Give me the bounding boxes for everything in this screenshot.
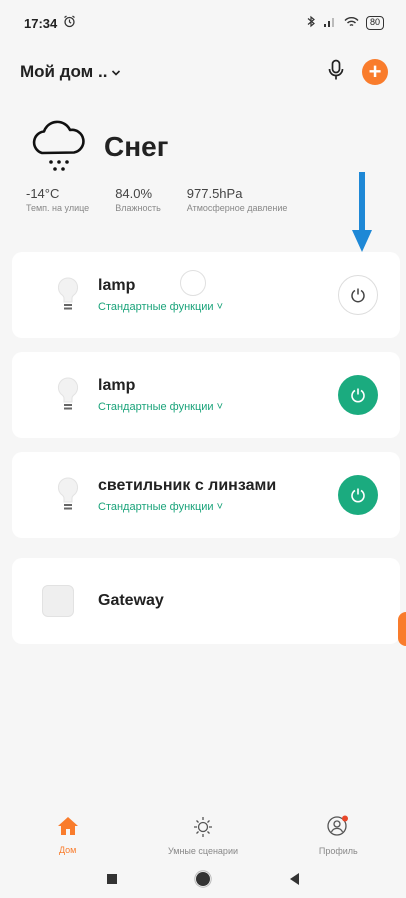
bulb-icon (50, 477, 86, 513)
standard-functions-link[interactable]: Стандартные функции ˅ (98, 301, 338, 313)
power-icon (351, 388, 365, 403)
standard-functions-link[interactable]: Стандартные функции ˅ (98, 501, 338, 513)
nav-label: Профиль (318, 845, 358, 856)
device-card[interactable]: lamp Стандартные функции ˅ (12, 252, 400, 338)
stat-label: Влажность (115, 203, 161, 213)
gateway-card[interactable]: Gateway (12, 558, 400, 644)
stat-value: 84.0% (115, 186, 153, 201)
chevron-down-icon (111, 62, 121, 82)
sun-icon (192, 815, 214, 842)
alarm-icon (63, 15, 76, 31)
gateway-icon (42, 585, 74, 617)
home-selector[interactable]: Мой дом .. (20, 62, 121, 82)
system-navigation-bar (0, 864, 406, 898)
stat-value: 977.5hPa (186, 186, 243, 201)
stat-temperature: -14°C Темп. на улице (26, 186, 89, 213)
standard-functions-link[interactable]: Стандартные функции ˅ (98, 401, 338, 413)
nav-profile[interactable]: Профиль (278, 806, 398, 864)
bottom-navigation: Дом Умные сценарии Профиль (0, 806, 406, 864)
weather-condition: Снег (104, 131, 169, 162)
wifi-icon (344, 16, 359, 31)
bluetooth-icon (307, 15, 316, 31)
device-card[interactable]: светильник с линзами Стандартные функции… (12, 452, 400, 538)
loading-spinner-icon (180, 270, 206, 296)
device-name: lamp (98, 377, 136, 394)
nav-label: Умные сценарии (167, 845, 238, 856)
nav-smart-scenes[interactable]: Умные сценарии (143, 806, 263, 864)
power-button[interactable] (338, 475, 378, 515)
nav-home[interactable]: Дом (8, 806, 128, 864)
home-icon (57, 816, 79, 841)
power-button[interactable] (338, 375, 378, 415)
power-icon (351, 288, 365, 303)
stat-humidity: 84.0% Влажность (115, 186, 161, 213)
battery-indicator: 80 (365, 16, 384, 30)
nav-label: Дом (58, 844, 77, 855)
app-header: Мой дом .. + (0, 52, 406, 92)
power-button[interactable] (338, 275, 378, 315)
annotation-arrow-icon (352, 172, 372, 259)
bulb-icon (50, 277, 86, 313)
device-name: светильник с линзами (98, 477, 277, 494)
power-icon (351, 488, 365, 503)
back-icon[interactable] (288, 872, 300, 891)
snow-cloud-icon (28, 117, 88, 178)
gateway-name: Gateway (98, 592, 164, 609)
stat-pressure: 977.5hPa Атмосферное давление (187, 186, 288, 213)
home-title: Мой дом .. (20, 62, 108, 81)
profile-icon (326, 815, 350, 842)
recent-apps-icon[interactable] (106, 872, 118, 890)
status-bar: 17:34 80 (0, 0, 406, 46)
weather-panel: Снег -14°C Темп. на улице 84.0% Влажност… (0, 118, 406, 218)
home-circle-icon[interactable] (194, 869, 212, 893)
bulb-icon (50, 377, 86, 413)
signal-icon (323, 16, 337, 31)
device-card[interactable]: lamp Стандартные функции ˅ (12, 352, 400, 438)
device-name: lamp (98, 277, 136, 294)
status-time: 17:34 (24, 15, 58, 31)
stat-label: Темп. на улице (26, 203, 90, 213)
floating-handle[interactable] (398, 612, 406, 646)
microphone-icon[interactable] (328, 59, 344, 86)
weather-stats: -14°C Темп. на улице 84.0% Влажность 977… (0, 186, 406, 213)
add-button[interactable]: + (362, 59, 388, 85)
stat-label: Атмосферное давление (186, 203, 288, 213)
stat-value: -14°C (26, 186, 60, 201)
